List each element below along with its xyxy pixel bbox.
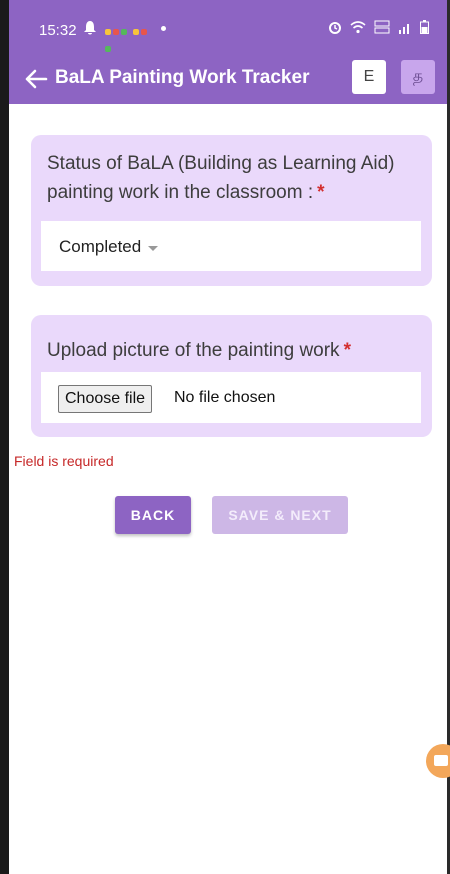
- alarm-icon: [328, 20, 342, 37]
- app-notification-icons: [104, 22, 150, 52]
- field-required-error: Field is required: [14, 453, 114, 469]
- status-question-label: Status of BaLA (Building as Learning Aid…: [47, 153, 395, 203]
- app-title: BaLA Painting Work Tracker: [55, 67, 310, 88]
- required-mark: *: [343, 340, 351, 361]
- file-input: Choose file No file chosen: [41, 372, 421, 423]
- device-frame-left: [0, 0, 9, 874]
- choose-file-button[interactable]: Choose file: [58, 385, 153, 413]
- volte-icon: [374, 20, 390, 37]
- language-english-button[interactable]: E: [352, 60, 386, 94]
- battery-icon: [420, 20, 429, 37]
- wifi-icon: [350, 20, 366, 37]
- status-select-value: Completed: [59, 237, 142, 256]
- status-question-card: Status of BaLA (Building as Learning Aid…: [31, 135, 432, 286]
- status-bar: 15:32: [9, 0, 447, 54]
- more-notifications-dot: [161, 26, 166, 31]
- upload-question-label: Upload picture of the painting work *: [47, 340, 351, 361]
- upload-question-card: Upload picture of the painting work * Cho…: [31, 315, 432, 437]
- save-next-button[interactable]: SAVE & NEXT: [212, 496, 348, 534]
- back-button[interactable]: BACK: [115, 496, 191, 534]
- status-time: 15:32: [39, 22, 77, 39]
- required-mark: *: [317, 182, 325, 203]
- chat-icon: [434, 755, 448, 766]
- status-right-icons: [328, 20, 429, 37]
- chevron-down-icon: [148, 246, 158, 251]
- language-tamil-button[interactable]: த: [401, 60, 435, 94]
- app-bar: BaLA Painting Work Tracker E த: [9, 54, 447, 104]
- floating-chat-button[interactable]: [426, 744, 450, 778]
- signal-icon: [398, 21, 412, 37]
- bell-icon: [83, 20, 97, 39]
- file-status-text: No file chosen: [174, 389, 276, 406]
- back-arrow-icon[interactable]: [19, 62, 53, 96]
- status-select[interactable]: Completed: [41, 221, 421, 271]
